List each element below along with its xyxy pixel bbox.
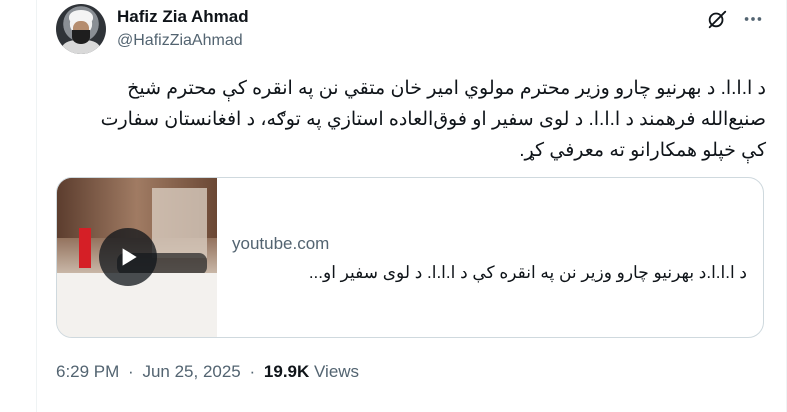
tweet-time[interactable]: 6:29 PM <box>56 362 119 381</box>
play-button[interactable] <box>99 228 157 286</box>
avatar[interactable] <box>56 4 106 54</box>
meta-separator: · <box>128 362 134 381</box>
tweet-text: د ا.ا.ا. د بهرنيو چارو وزير محترم مولوي … <box>100 78 766 161</box>
views-count: 19.9K <box>263 362 310 381</box>
views-label: Views <box>314 362 360 381</box>
author-display-name[interactable]: Hafiz Zia Ahmad <box>117 7 249 27</box>
card-domain: youtube.com <box>232 234 330 253</box>
thumbnail-flag <box>79 228 91 268</box>
thumbnail-curtain <box>152 188 207 258</box>
tweet-meta: 6:29 PM · Jun 25, 2025 · 19.9K Views <box>56 362 359 382</box>
grok-icon <box>708 10 727 29</box>
video-thumbnail[interactable] <box>57 178 217 337</box>
grok-button[interactable] <box>704 6 730 32</box>
more-dots-icon <box>744 17 762 21</box>
avatar-beard-shape <box>72 30 90 44</box>
more-options-button[interactable] <box>740 6 766 32</box>
card-title[interactable]: د ا.ا.ا.د بهرنيو چارو وزير نن په انقره ک… <box>232 263 747 283</box>
tweet-date[interactable]: Jun 25, 2025 <box>142 362 240 381</box>
play-icon <box>122 248 137 266</box>
link-card[interactable]: youtube.com د ا.ا.ا.د بهرنيو چارو وزير ن… <box>56 177 764 338</box>
meta-separator: · <box>249 362 256 381</box>
column-border-left <box>36 0 37 412</box>
author-handle[interactable]: @HafizZiaAhmad <box>117 32 243 50</box>
